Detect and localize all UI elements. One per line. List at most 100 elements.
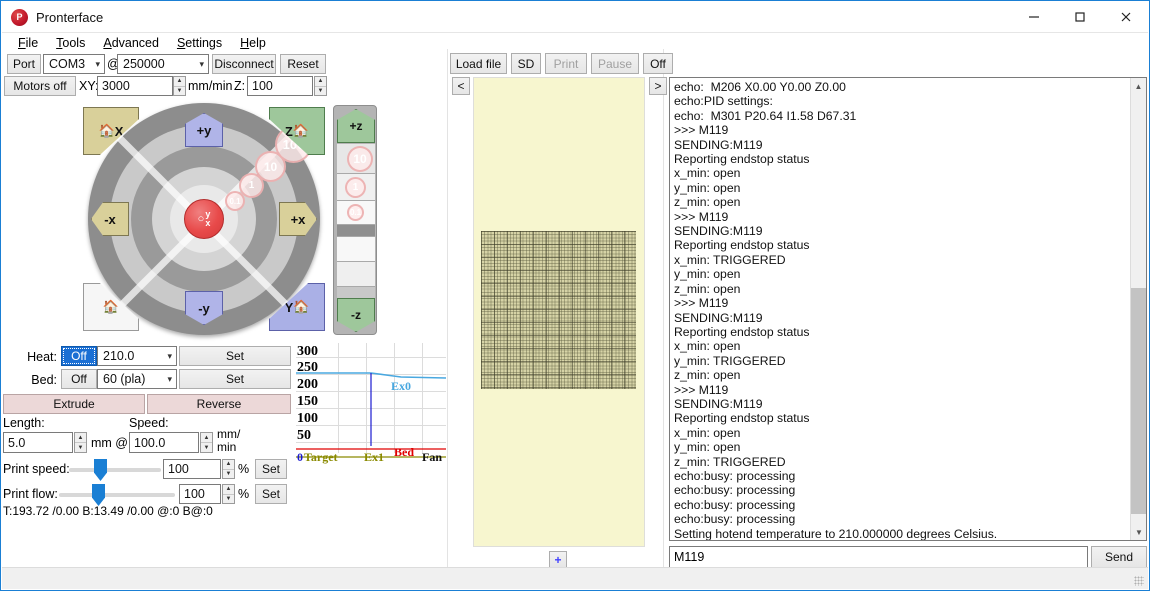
z-step-0.1[interactable]: 0.1 xyxy=(347,204,364,221)
print-flow-slider-thumb[interactable] xyxy=(92,484,105,506)
center-label-x: x xyxy=(205,218,211,228)
graph-legend-bed[interactable]: Bed xyxy=(394,445,414,460)
stepper-up-icon[interactable]: ▲ xyxy=(75,433,86,443)
stepper-down-icon[interactable]: ▼ xyxy=(174,87,185,96)
load-file-button[interactable]: Load file xyxy=(450,53,507,74)
menu-tools[interactable]: Tools xyxy=(47,34,94,52)
menu-help[interactable]: Help xyxy=(231,34,275,52)
print-flow-stepper[interactable]: ▲ ▼ xyxy=(222,484,235,504)
stepper-up-icon[interactable]: ▲ xyxy=(201,433,212,443)
stepper-down-icon[interactable]: ▼ xyxy=(223,495,234,504)
z-feedrate-stepper[interactable]: ▲ ▼ xyxy=(314,76,327,96)
z-feedrate-input[interactable]: 100 xyxy=(247,76,313,96)
print-speed-slider[interactable] xyxy=(69,459,161,481)
z-neg-1-cell[interactable] xyxy=(337,262,375,287)
bed-target-select[interactable]: 60 (pla) ▾ xyxy=(97,369,177,389)
off-button[interactable]: Off xyxy=(643,53,673,74)
stepper-up-icon[interactable]: ▲ xyxy=(223,485,234,495)
reverse-button[interactable]: Reverse xyxy=(147,394,291,414)
scroll-down-icon[interactable]: ▼ xyxy=(1131,524,1146,540)
extrude-button[interactable]: Extrude xyxy=(3,394,145,414)
scroll-up-icon[interactable]: ▲ xyxy=(1131,78,1146,94)
baud-select[interactable]: 250000 ▾ xyxy=(117,54,209,74)
extrude-length-stepper[interactable]: ▲ ▼ xyxy=(74,432,87,453)
print-speed-slider-thumb[interactable] xyxy=(94,459,107,481)
graph-legend-0[interactable]: 0 xyxy=(297,450,303,465)
print-flow-slider[interactable] xyxy=(59,484,175,506)
bed-set-button[interactable]: Set xyxy=(179,369,291,389)
z-neg-0.1-cell[interactable] xyxy=(337,237,375,262)
reset-button[interactable]: Reset xyxy=(280,54,326,74)
print-toolbar: Load file SD Print Pause Off xyxy=(450,53,673,74)
chevron-down-icon: ▾ xyxy=(167,350,172,361)
xy-feedrate-input[interactable]: 3000 xyxy=(97,76,173,96)
menu-file[interactable]: File xyxy=(9,34,47,52)
motors-off-button[interactable]: Motors off xyxy=(4,76,76,96)
minimize-icon[interactable] xyxy=(1011,1,1057,33)
heat-target-select[interactable]: 210.0 ▾ xyxy=(97,346,177,366)
print-flow-set-button[interactable]: Set xyxy=(255,484,287,504)
port-select[interactable]: COM3 ▾ xyxy=(43,54,105,74)
stepper-up-icon[interactable]: ▲ xyxy=(174,77,185,87)
print-button: Print xyxy=(545,53,587,74)
print-speed-input[interactable]: 100 xyxy=(163,459,221,479)
z-neg-10-cell[interactable] xyxy=(337,287,375,299)
heat-set-button[interactable]: Set xyxy=(179,346,291,366)
xy-home-center-button[interactable]: ○ y x xyxy=(184,199,224,239)
stepper-down-icon[interactable]: ▼ xyxy=(315,87,326,96)
console-log[interactable]: echo: M206 X0.00 Y0.00 Z0.00 echo:PID se… xyxy=(669,77,1147,541)
menu-bar: File Tools Advanced Settings Help xyxy=(1,33,1149,53)
stepper-down-icon[interactable]: ▼ xyxy=(223,470,234,479)
z-step-10-cell[interactable]: 10 xyxy=(337,144,375,174)
add-tab-button[interactable]: + xyxy=(549,551,567,568)
extrude-speed-input[interactable]: 100.0 xyxy=(129,432,199,453)
z-step-10[interactable]: 10 xyxy=(347,146,373,172)
print-speed-set-button[interactable]: Set xyxy=(255,459,287,479)
title-bar: P Pronterface xyxy=(1,1,1149,33)
command-input[interactable]: M119 xyxy=(669,546,1088,568)
print-speed-stepper[interactable]: ▲ ▼ xyxy=(222,459,235,479)
z-step-0.1-cell[interactable]: 0.1 xyxy=(337,201,375,225)
print-speed-percent: % xyxy=(238,462,250,476)
temperature-status-line: T:193.72 /0.00 B:13.49 /0.00 @:0 B@:0 xyxy=(3,504,213,518)
xy-feedrate-label: XY: xyxy=(79,79,99,93)
extrude-speed-stepper[interactable]: ▲ ▼ xyxy=(200,432,213,453)
stepper-down-icon[interactable]: ▼ xyxy=(75,443,86,452)
console-scrollbar[interactable]: ▲ ▼ xyxy=(1130,78,1146,540)
z-center-marker xyxy=(337,225,375,237)
home-icon: 🏠 xyxy=(293,299,310,314)
graph-legend-ex1[interactable]: Ex1 xyxy=(364,450,384,465)
menu-advanced[interactable]: Advanced xyxy=(94,34,168,52)
console-scrollbar-thumb[interactable] xyxy=(1131,288,1146,514)
print-bed-grid[interactable] xyxy=(481,231,636,389)
extrude-speed-units: mm/ min xyxy=(217,427,241,454)
menu-settings[interactable]: Settings xyxy=(168,34,231,52)
stepper-up-icon[interactable]: ▲ xyxy=(315,77,326,87)
stepper-down-icon[interactable]: ▼ xyxy=(201,443,212,452)
resize-grip-icon[interactable] xyxy=(1134,576,1144,586)
z-step-1[interactable]: 1 xyxy=(345,177,366,198)
send-button[interactable]: Send xyxy=(1091,546,1147,568)
graph-legend-target[interactable]: Target xyxy=(304,450,338,465)
stepper-up-icon[interactable]: ▲ xyxy=(223,460,234,470)
temperature-graph[interactable]: 300 250 200 150 100 50 Ex0 0 Target Ex1 … xyxy=(296,343,446,467)
console-log-text: echo: M206 X0.00 Y0.00 Z0.00 echo:PID se… xyxy=(674,80,998,541)
print-flow-input[interactable]: 100 xyxy=(179,484,221,504)
sd-button[interactable]: SD xyxy=(511,53,541,74)
close-icon[interactable] xyxy=(1103,1,1149,33)
graph-legend-fan[interactable]: Fan xyxy=(422,450,442,465)
jog-plus-z-button[interactable]: +z xyxy=(337,109,375,143)
collapse-left-button[interactable]: < xyxy=(452,77,470,95)
expand-right-button[interactable]: > xyxy=(649,77,667,95)
maximize-icon[interactable] xyxy=(1057,1,1103,33)
bed-toggle-button[interactable]: Off xyxy=(61,369,97,389)
graph-series-ex0 xyxy=(296,372,446,458)
jog-minus-z-button[interactable]: -z xyxy=(337,298,375,332)
xy-feedrate-stepper[interactable]: ▲ ▼ xyxy=(173,76,186,96)
graph-series-label-ex0: Ex0 xyxy=(391,379,412,393)
z-step-1-cell[interactable]: 1 xyxy=(337,174,375,201)
port-button[interactable]: Port xyxy=(7,54,41,74)
disconnect-button[interactable]: Disconnect xyxy=(212,54,276,74)
extrude-length-input[interactable]: 5.0 xyxy=(3,432,73,453)
heat-toggle-button[interactable]: Off xyxy=(61,346,97,366)
